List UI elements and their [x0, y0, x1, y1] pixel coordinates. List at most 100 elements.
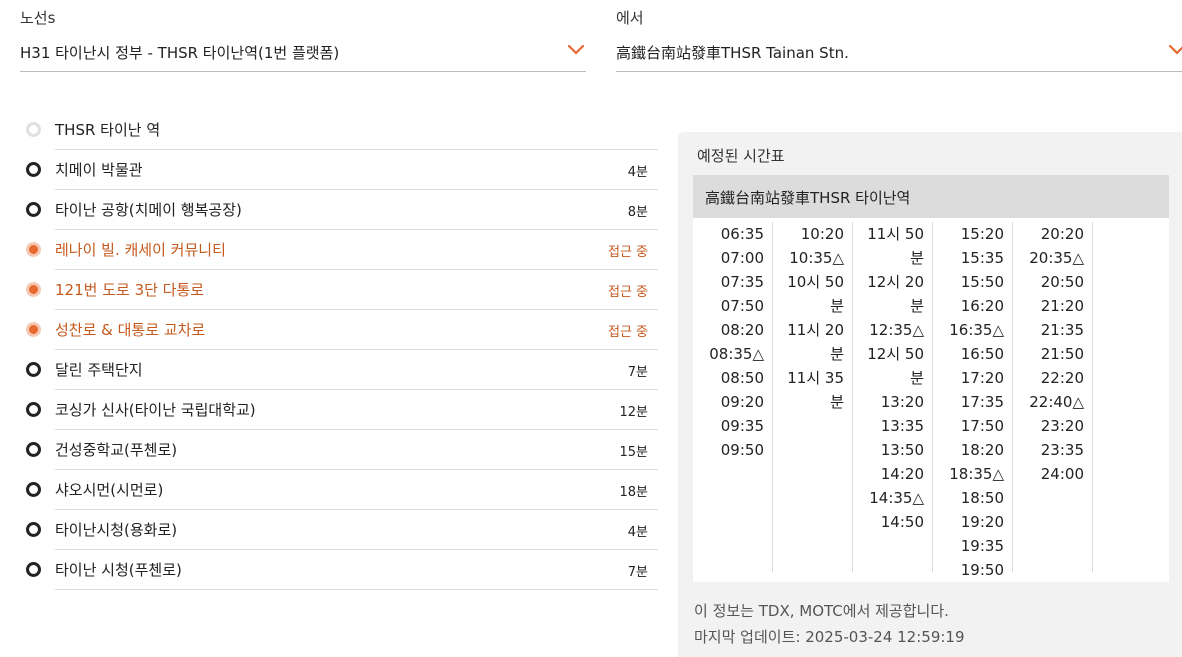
stop-eta: 접근 중 — [607, 325, 648, 340]
departure-time: 16:50 — [960, 345, 1004, 363]
stop-eta: 접근 중 — [607, 285, 648, 300]
stop-eta: 12분 — [619, 405, 648, 420]
departure-time: 09:50 — [720, 441, 764, 459]
stop-name: 코싱가 신사(타이난 국립대학교) — [55, 401, 256, 419]
stop-name: 성찬로 & 대통로 교차로 — [55, 321, 206, 339]
departure-time: 09:20 — [720, 393, 764, 411]
departure-time: 24:00 — [1040, 465, 1084, 483]
last-updated-text: 마지막 업데이트: 2025-03-24 12:59:19 — [694, 628, 965, 646]
stop-name: 타이난 공항(치메이 행복공장) — [55, 201, 242, 219]
departure-time: 07:35 — [720, 273, 764, 291]
stop-item[interactable]: THSR 타이난 역 — [24, 110, 660, 150]
departure-time: 15:50 — [960, 273, 1004, 291]
stop-circle-icon — [26, 122, 41, 137]
departure-time: 17:50 — [960, 417, 1004, 435]
stop-circle-icon — [26, 362, 41, 377]
departure-time: 10시 50 — [787, 273, 844, 291]
departure-time: 14:20 — [880, 465, 924, 483]
departure-time: 11시 35 — [787, 369, 844, 387]
departure-time: 20:50 — [1040, 273, 1084, 291]
timetable-column: 20:20 20:35△ 20:50 21:20 21:35 21:50 22:20 22:4… — [1013, 222, 1093, 572]
departure-time: 분 — [910, 369, 924, 387]
bus-approaching-icon — [26, 322, 41, 337]
departure-time: 분 — [830, 345, 844, 363]
stop-circle-icon — [26, 202, 41, 217]
departure-time: 16:35△ — [949, 321, 1004, 339]
departure-time: 분 — [830, 297, 844, 315]
departure-time: 18:20 — [960, 441, 1004, 459]
departure-time: 18:50 — [960, 489, 1004, 507]
stop-circle-icon — [26, 162, 41, 177]
departure-time: 12시 20 — [867, 273, 924, 291]
stop-item[interactable]: 타이난 공항(치메이 행복공장) 8분 — [24, 190, 660, 230]
chevron-down-icon — [567, 44, 585, 55]
stop-list: THSR 타이난 역 치메이 박물관 4분타이난 공항(치메이 행복공장) 8분레나이… — [24, 110, 660, 590]
stop-item[interactable]: 달린 주택단지 7분 — [24, 350, 660, 390]
departure-time: 17:20 — [960, 369, 1004, 387]
departure-time: 07:00 — [720, 249, 764, 267]
stop-circle-icon — [26, 402, 41, 417]
stop-name: 121번 도로 3단 다통로 — [55, 281, 205, 299]
departure-time: 22:20 — [1040, 369, 1084, 387]
departure-time: 09:35 — [720, 417, 764, 435]
departure-time: 10:35△ — [789, 249, 844, 267]
chevron-down-icon — [1168, 44, 1182, 55]
stop-eta: 접근 중 — [607, 245, 648, 260]
departure-time: 13:20 — [880, 393, 924, 411]
timetable-station-name: 高鐵台南站發車THSR 타이난역 — [705, 189, 911, 207]
stop-name: 레나이 빌. 캐세이 커뮤니티 — [55, 241, 226, 259]
departure-time: 08:50 — [720, 369, 764, 387]
route-select-value: H31 타이난시 정부 - THSR 타이난역(1번 플랫폼) — [20, 44, 340, 62]
departure-time: 15:35 — [960, 249, 1004, 267]
departure-time: 18:35△ — [949, 465, 1004, 483]
route-select[interactable]: H31 타이난시 정부 - THSR 타이난역(1번 플랫폼) — [20, 30, 586, 72]
stop-item[interactable]: 타이난 시청(푸첸로) 7분 — [24, 550, 660, 590]
stop-eta: 8분 — [627, 205, 648, 220]
departure-time: 11시 20 — [787, 321, 844, 339]
departure-time: 14:50 — [880, 513, 924, 531]
departure-time: 22:40△ — [1029, 393, 1084, 411]
departure-time: 분 — [910, 249, 924, 267]
departure-time: 분 — [830, 393, 844, 411]
departure-time: 16:20 — [960, 297, 1004, 315]
departure-time: 20:35△ — [1029, 249, 1084, 267]
stop-circle-icon — [26, 442, 41, 457]
departure-time: 14:35△ — [869, 489, 924, 507]
stop-item[interactable]: 코싱가 신사(타이난 국립대학교) 12분 — [24, 390, 660, 430]
departure-time: 20:20 — [1040, 225, 1084, 243]
departure-time: 10:20 — [800, 225, 844, 243]
departure-time: 23:20 — [1040, 417, 1084, 435]
bus-approaching-icon — [26, 242, 41, 257]
stop-name: 샤오시먼(시먼로) — [55, 481, 164, 499]
stop-item[interactable]: 타이난시청(용화로) 4분 — [24, 510, 660, 550]
stop-name: 타이난시청(용화로) — [55, 521, 178, 539]
stop-eta: 7분 — [627, 565, 648, 580]
stop-divider — [55, 589, 658, 590]
stop-item[interactable]: 건성중학교(푸첸로) 15분 — [24, 430, 660, 470]
stop-name: 치메이 박물관 — [55, 161, 143, 179]
timetable-panel: 예정된 시간표 高鐵台南站發車THSR 타이난역 06:35 07:00 07:35… — [678, 132, 1182, 657]
departure-time: 19:20 — [960, 513, 1004, 531]
from-label: 에서 — [616, 9, 644, 27]
stop-eta: 18분 — [619, 485, 648, 500]
timetable-title: 예정된 시간표 — [697, 147, 785, 165]
bus-approaching-icon — [26, 282, 41, 297]
from-select[interactable]: 高鐵台南站發車THSR Tainan Stn. — [616, 30, 1182, 72]
departure-time: 21:20 — [1040, 297, 1084, 315]
timetable-column: 15:20 15:35 15:50 16:20 16:35△ 16:50 17:20 17:3… — [933, 222, 1013, 579]
departure-time: 12시 50 — [867, 345, 924, 363]
departure-time: 19:50 — [960, 561, 1004, 579]
stop-eta: 7분 — [627, 365, 648, 380]
stop-item[interactable]: 121번 도로 3단 다통로 접근 중 — [24, 270, 660, 310]
departure-time: 07:50 — [720, 297, 764, 315]
stop-eta: 15분 — [619, 445, 648, 460]
stop-circle-icon — [26, 522, 41, 537]
stop-name: 타이난 시청(푸첸로) — [55, 561, 182, 579]
departure-time: 21:50 — [1040, 345, 1084, 363]
stop-item[interactable]: 샤오시먼(시먼로) 18분 — [24, 470, 660, 510]
stop-name: 달린 주택단지 — [55, 361, 143, 379]
departure-time: 13:50 — [880, 441, 924, 459]
stop-item[interactable]: 성찬로 & 대통로 교차로 접근 중 — [24, 310, 660, 350]
stop-item[interactable]: 레나이 빌. 캐세이 커뮤니티 접근 중 — [24, 230, 660, 270]
stop-item[interactable]: 치메이 박물관 4분 — [24, 150, 660, 190]
